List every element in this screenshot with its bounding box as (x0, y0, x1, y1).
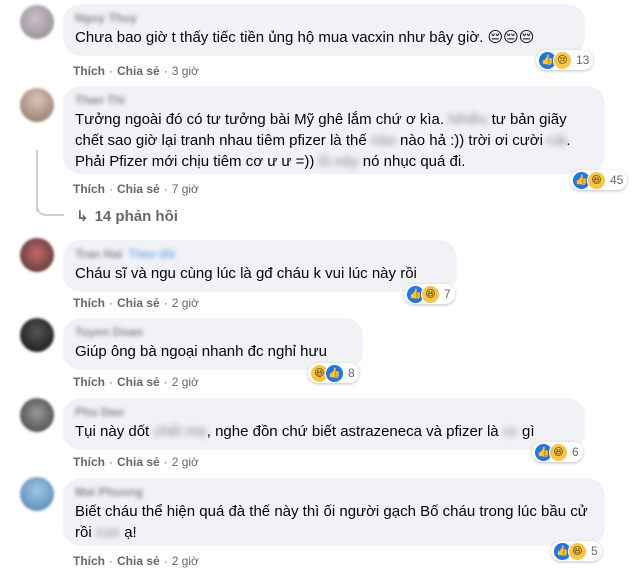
reaction-count: 45 (610, 173, 624, 187)
comment-actions: Thích · Chia sẻ · 3 giờ (73, 64, 199, 78)
reaction-count: 13 (576, 53, 590, 67)
avatar[interactable] (20, 88, 54, 122)
reply-arrow-icon: ↳ (76, 208, 89, 225)
comment-text: Tưởng ngoài đó có tư tưởng bài Mỹ ghê lắ… (75, 111, 571, 170)
share-button[interactable]: Chia sẻ (117, 375, 160, 389)
haha-reaction-icon: 😆 (421, 284, 440, 304)
comment-text: Chưa bao giờ t thấy tiếc tiền ủng hộ mua… (75, 29, 535, 46)
avatar[interactable] (20, 398, 54, 432)
haha-reaction-icon: 😆 (549, 442, 568, 462)
comment-text: Giúp ông bà ngoại nhanh đc nghỉ hưu (75, 343, 327, 360)
comment-author[interactable]: Nguy Thuy (75, 11, 573, 25)
like-button[interactable]: Thích (73, 455, 105, 469)
comment-bubble: Than Thi Tưởng ngoài đó có tư tưởng bài … (63, 86, 605, 174)
reaction-summary[interactable]: 👍 😆 5 (551, 541, 602, 561)
share-button[interactable]: Chia sẻ (117, 64, 160, 78)
reaction-count: 7 (444, 287, 451, 301)
comment-bubble: Mai Phuong Biết cháu thể hiện quá đà thế… (63, 478, 605, 546)
comment-time[interactable]: 2 giờ (172, 296, 199, 310)
comment-time[interactable]: 2 giờ (172, 375, 199, 389)
haha-reaction-icon: 😆 (568, 541, 587, 561)
comment-time[interactable]: 2 giờ (172, 455, 199, 469)
comment-author[interactable]: Than Thi (75, 93, 593, 107)
reaction-count: 8 (348, 366, 355, 380)
like-button[interactable]: Thích (73, 554, 105, 568)
comment-bubble: Tran Hai Theo dõi Cháu sĩ và ngu cùng lúc… (63, 240, 457, 292)
comment-actions: Thích · Chia sẻ · 2 giờ (73, 455, 199, 469)
avatar[interactable] (20, 318, 54, 352)
comment-bubble: Nguy Thuy Chưa bao giờ t thấy tiếc tiền … (63, 4, 585, 56)
avatar[interactable] (20, 477, 54, 511)
reaction-summary[interactable]: 👍 😆 45 (570, 170, 628, 190)
comment-actions: Thích · Chia sẻ · 2 giờ (73, 554, 199, 568)
comment-bubble: Phu Dao Tụi này dốt chết mẹ, nghe đồn ch… (63, 398, 585, 450)
like-button[interactable]: Thích (73, 64, 105, 78)
reaction-count: 6 (572, 445, 579, 459)
comment-time[interactable]: 3 giờ (172, 64, 199, 78)
share-button[interactable]: Chia sẻ (117, 182, 160, 196)
share-button[interactable]: Chia sẻ (117, 455, 160, 469)
haha-reaction-icon: 😆 (587, 170, 606, 190)
reaction-summary[interactable]: 👍 😢 13 (536, 50, 594, 70)
avatar[interactable] (20, 238, 54, 272)
comment-actions: Thích · Chia sẻ · 7 giờ (73, 182, 199, 196)
like-reaction-icon: 👍 (325, 363, 344, 383)
avatar[interactable] (20, 5, 54, 39)
reaction-count: 5 (591, 544, 598, 558)
thread-connector (36, 196, 64, 216)
comment-time[interactable]: 7 giờ (172, 182, 199, 196)
comment-actions: Thích · Chia sẻ · 2 giờ (73, 375, 199, 389)
reaction-summary[interactable]: 👍 😆 7 (404, 284, 455, 304)
view-replies-link[interactable]: ↳ 14 phản hồi (76, 207, 178, 225)
comment-author[interactable]: Tuyen Doan (75, 325, 351, 339)
comment-time[interactable]: 2 giờ (172, 554, 199, 568)
like-button[interactable]: Thích (73, 182, 105, 196)
like-button[interactable]: Thích (73, 296, 105, 310)
comment-actions: Thích · Chia sẻ · 2 giờ (73, 296, 199, 310)
comment-author[interactable]: Tran Hai Theo dõi (75, 247, 445, 261)
comment-text: Biết cháu thể hiện quá đà thế này thì ối… (75, 503, 588, 541)
comment-author[interactable]: Phu Dao (75, 405, 573, 419)
comment-text: Tụi này dốt chết mẹ, nghe đồn chứ biết a… (75, 423, 535, 440)
reaction-summary[interactable]: 👍 😆 6 (532, 442, 583, 462)
share-button[interactable]: Chia sẻ (117, 296, 160, 310)
sad-reaction-icon: 😢 (553, 50, 572, 70)
comment-text: Cháu sĩ và ngu cùng lúc là gđ cháu k vui… (75, 265, 417, 282)
comment-author[interactable]: Mai Phuong (75, 485, 593, 499)
like-button[interactable]: Thích (73, 375, 105, 389)
reaction-summary[interactable]: 😆 👍 8 (308, 363, 359, 383)
share-button[interactable]: Chia sẻ (117, 554, 160, 568)
